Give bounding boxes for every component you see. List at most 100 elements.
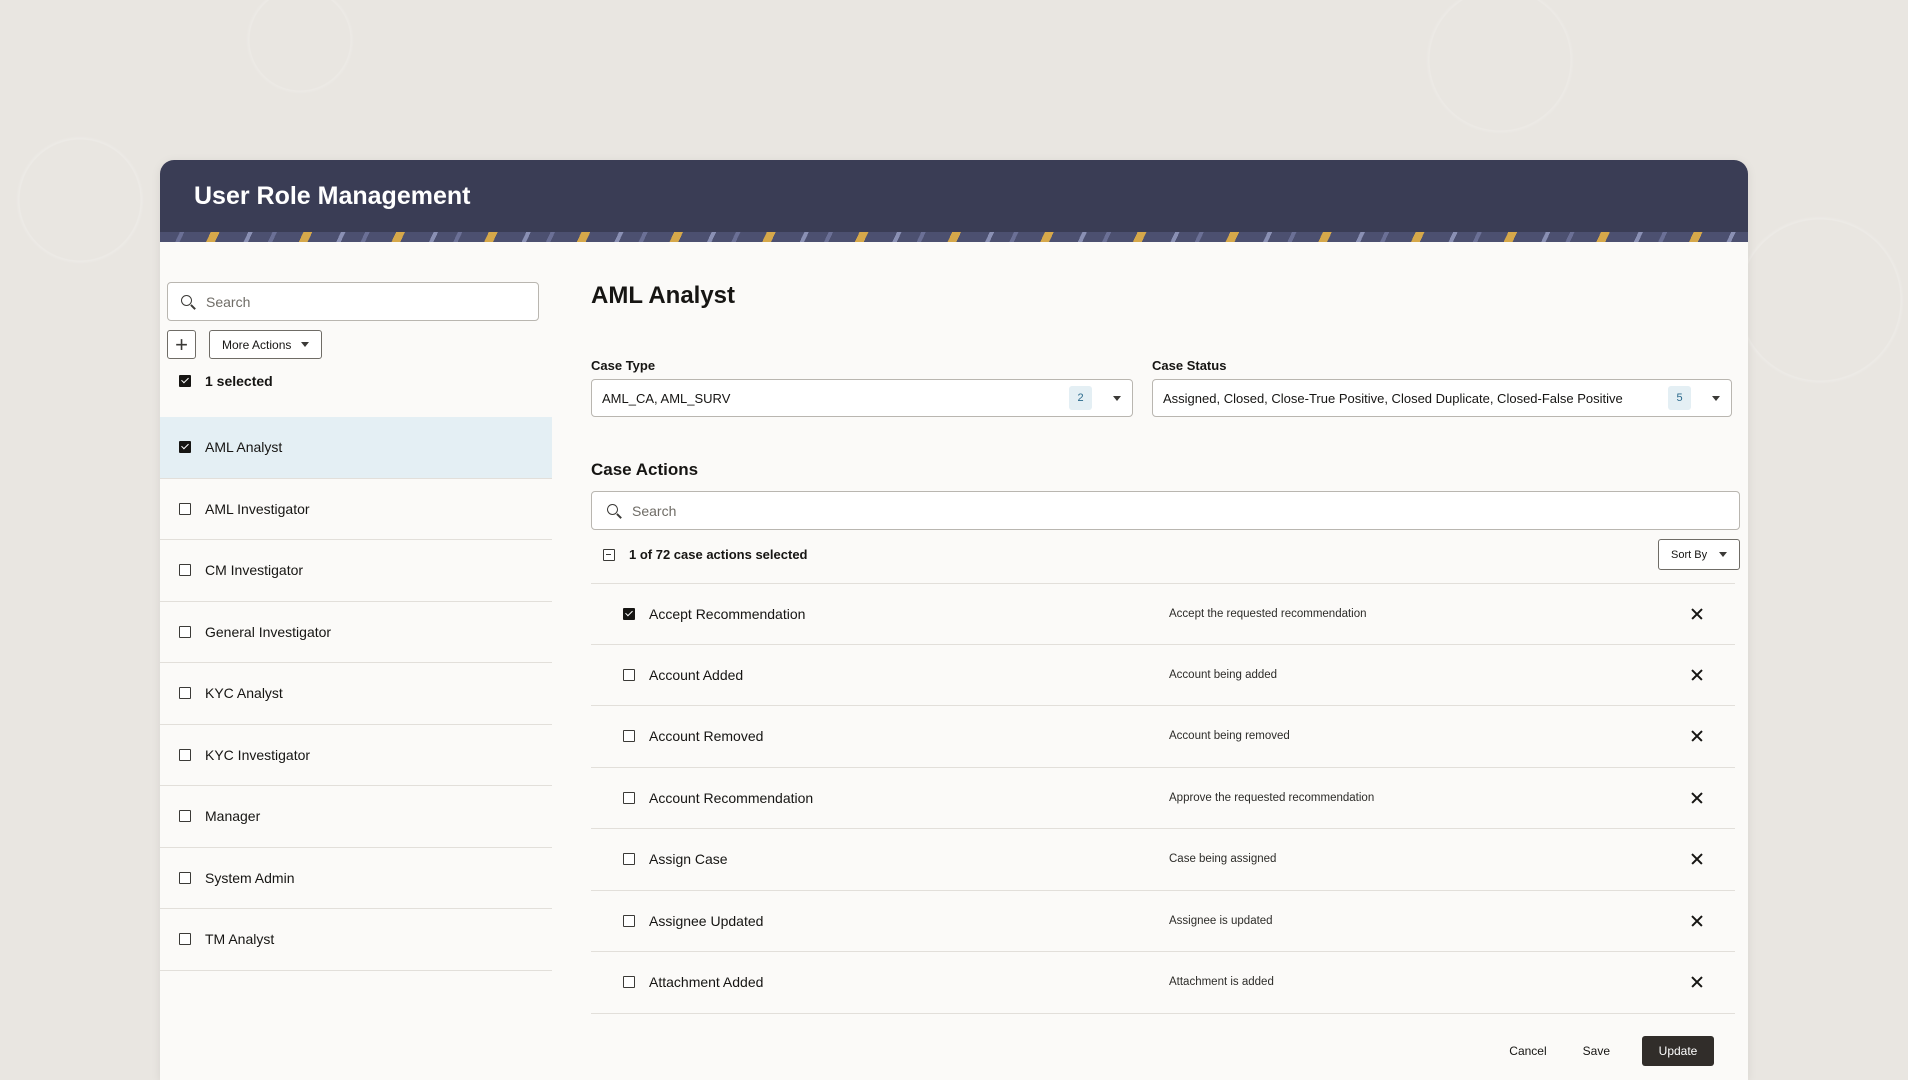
case-status-value: Assigned, Closed, Close-True Positive, C… (1163, 390, 1623, 406)
close-icon[interactable] (1689, 728, 1705, 744)
case-action-row[interactable]: Assignee Updated Assignee is updated (591, 891, 1735, 952)
case-action-name: Account Recommendation (649, 789, 814, 806)
case-action-name: Assign Case (649, 851, 728, 868)
case-action-checkbox[interactable] (623, 914, 635, 927)
role-label: System Admin (205, 869, 295, 886)
role-checkbox[interactable] (179, 871, 191, 884)
close-icon[interactable] (1689, 974, 1705, 990)
case-action-name: Assignee Updated (649, 912, 764, 929)
case-actions-search-input[interactable]: Search (591, 491, 1740, 530)
case-type-label: Case Type (591, 358, 656, 373)
case-action-checkbox[interactable] (623, 730, 635, 743)
role-item[interactable]: CM Investigator (160, 540, 552, 602)
close-icon[interactable] (1689, 667, 1705, 683)
role-item[interactable]: KYC Investigator (160, 725, 552, 786)
role-item[interactable]: Manager (160, 786, 552, 848)
role-checkbox[interactable] (179, 748, 191, 761)
dialog-title: User Role Management (194, 181, 471, 210)
sort-by-button[interactable]: Sort By (1658, 539, 1740, 570)
chevron-down-icon (1113, 395, 1121, 401)
role-label: General Investigator (205, 623, 332, 640)
case-action-description: Account being added (1169, 668, 1278, 681)
dialog-footer: Cancel Save Update (1491, 1036, 1714, 1066)
case-actions-selected-text: 1 of 72 case actions selected (629, 547, 808, 562)
role-item[interactable]: AML Analyst (160, 417, 552, 479)
case-action-checkbox[interactable] (623, 607, 635, 620)
role-checkbox[interactable] (179, 933, 191, 946)
case-action-description: Attachment is added (1169, 976, 1274, 989)
save-button[interactable]: Save (1565, 1036, 1628, 1066)
case-action-checkbox[interactable] (623, 668, 635, 681)
role-checkbox[interactable] (179, 810, 191, 823)
case-action-description: Account being removed (1169, 730, 1290, 743)
update-button[interactable]: Update (1642, 1036, 1714, 1066)
case-status-label: Case Status (1152, 358, 1227, 373)
case-action-row[interactable]: Account Recommendation Approve the reques… (591, 768, 1735, 829)
case-actions-title: Case Actions (591, 460, 699, 479)
role-item[interactable]: System Admin (160, 848, 552, 909)
roles-panel: Search + More Actions 1 selected AML Ana… (160, 242, 552, 1080)
case-type-select[interactable]: AML_CA, AML_SURV 2 (591, 379, 1133, 417)
case-action-name: Account Added (649, 666, 744, 683)
case-action-name: Attachment Added (649, 974, 764, 991)
role-label: AML Investigator (205, 500, 310, 517)
user-role-dialog: User Role Management Search + More Actio… (160, 160, 1748, 1080)
close-icon[interactable] (1689, 851, 1705, 867)
chevron-down-icon (1719, 552, 1727, 557)
close-icon[interactable] (1689, 913, 1705, 929)
select-all-checkbox[interactable] (179, 375, 191, 387)
case-action-description: Approve the requested recommendation (1169, 791, 1375, 804)
case-status-count-badge: 5 (1668, 386, 1691, 410)
role-item[interactable]: TM Analyst (160, 909, 552, 971)
case-action-row[interactable]: Account Added Account being added (591, 645, 1735, 706)
role-checkbox[interactable] (179, 564, 191, 577)
role-item[interactable]: KYC Analyst (160, 663, 552, 725)
cancel-button[interactable]: Cancel (1491, 1036, 1564, 1066)
chevron-down-icon (1712, 395, 1720, 401)
case-action-checkbox[interactable] (623, 853, 635, 866)
case-action-description: Assignee is updated (1169, 914, 1273, 927)
header-decoration (160, 232, 1748, 242)
case-actions-list: Accept Recommendation Accept the requeste… (591, 583, 1735, 1014)
case-action-checkbox[interactable] (623, 976, 635, 989)
case-type-count-badge: 2 (1069, 386, 1092, 410)
role-label: Manager (205, 808, 261, 825)
case-action-description: Case being assigned (1169, 853, 1277, 866)
role-checkbox[interactable] (179, 502, 191, 515)
role-item[interactable]: AML Investigator (160, 479, 552, 540)
role-label: KYC Investigator (205, 746, 311, 763)
case-action-row[interactable]: Account Removed Account being removed (591, 706, 1735, 768)
role-title: AML Analyst (591, 282, 736, 309)
case-action-name: Account Removed (649, 728, 764, 745)
close-icon[interactable] (1689, 790, 1705, 806)
role-search-input[interactable]: Search (167, 282, 539, 321)
role-checkbox[interactable] (179, 441, 191, 454)
role-list: AML Analyst AML Investigator CM Investigat… (160, 417, 552, 971)
case-actions-selected-summary: 1 of 72 case actions selected (603, 547, 807, 562)
case-actions-search-placeholder: Search (632, 502, 677, 519)
role-label: AML Analyst (205, 439, 283, 456)
case-action-row[interactable]: Accept Recommendation Accept the requeste… (591, 583, 1735, 645)
role-search-placeholder: Search (206, 293, 251, 310)
role-label: KYC Analyst (205, 685, 283, 702)
case-action-row[interactable]: Assign Case Case being assigned (591, 829, 1735, 891)
role-detail-panel: AML Analyst Case Type AML_CA, AML_SURV 2… (591, 242, 1748, 1080)
case-action-row[interactable]: Attachment Added Attachment is added (591, 952, 1735, 1014)
close-icon[interactable] (1689, 606, 1705, 622)
dialog-header: User Role Management (160, 160, 1748, 232)
search-icon (180, 294, 196, 310)
case-action-checkbox[interactable] (623, 791, 635, 804)
roles-selected-summary: 1 selected (179, 373, 273, 389)
case-status-select[interactable]: Assigned, Closed, Close-True Positive, C… (1152, 379, 1732, 417)
case-type-value: AML_CA, AML_SURV (602, 390, 731, 406)
sort-by-label: Sort By (1671, 548, 1708, 561)
case-action-description: Accept the requested recommendation (1169, 607, 1367, 620)
role-checkbox[interactable] (179, 625, 191, 638)
select-all-actions-checkbox[interactable] (603, 548, 615, 561)
role-item[interactable]: General Investigator (160, 602, 552, 663)
add-role-button[interactable]: + (167, 330, 196, 359)
case-action-name: Accept Recommendation (649, 605, 806, 622)
role-label: CM Investigator (205, 562, 304, 579)
role-checkbox[interactable] (179, 687, 191, 700)
more-actions-button[interactable]: More Actions (209, 330, 322, 359)
